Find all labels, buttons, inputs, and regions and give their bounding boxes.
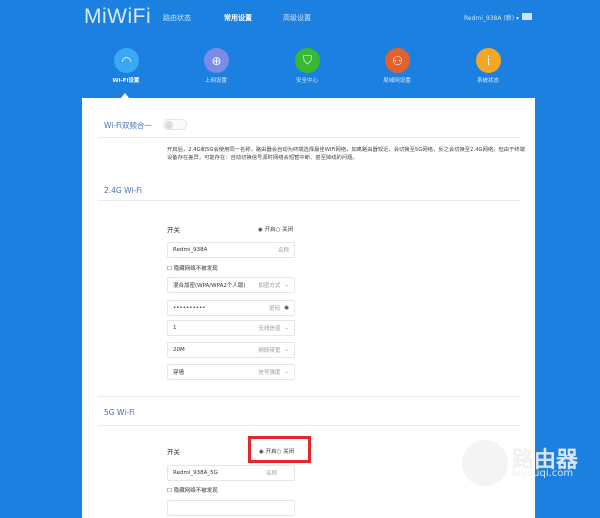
miwifi-logo: MiWiFi bbox=[84, 5, 152, 28]
shield-icon[interactable]: ⛉ bbox=[295, 48, 320, 73]
ssid-hint: 名称 bbox=[277, 248, 289, 254]
signal-hint: 信号强度 bbox=[258, 370, 281, 376]
chevron-down-icon: ⌄ bbox=[284, 325, 289, 331]
ssid-value: Redmi_938A bbox=[173, 247, 208, 253]
switch-label-24g: 开关 bbox=[167, 226, 180, 234]
dual-band-description: 开启后，2.4G和5G会使用同一名称，路由器会自动为终端选择最佳WiFi网络，如… bbox=[167, 147, 525, 161]
divider bbox=[98, 425, 520, 426]
password-hint: 密码 bbox=[269, 306, 281, 312]
tab-internet-settings[interactable]: 上网设置 bbox=[186, 76, 246, 84]
ssid-hint: 名称 bbox=[265, 471, 277, 477]
bandwidth-hint: 频段带宽 bbox=[258, 348, 281, 354]
switch-label-5g: 开关 bbox=[167, 448, 180, 456]
info-icon[interactable]: i bbox=[476, 48, 501, 73]
nav-router-status[interactable]: 路由状态 bbox=[163, 13, 191, 23]
radio-off[interactable]: 关闭 bbox=[282, 227, 293, 233]
hide-network-label: 隐藏网络不被发现 bbox=[173, 488, 218, 494]
ssid-value: Redmi_938A_5G bbox=[173, 470, 218, 476]
nav-common-settings[interactable]: 常用设置 bbox=[224, 13, 252, 23]
signal-select-24g[interactable]: 穿墙 信号强度 ⌄ bbox=[167, 364, 295, 380]
tab-wifi-settings[interactable]: Wi-Fi设置 bbox=[96, 76, 156, 84]
dual-band-toggle[interactable] bbox=[163, 119, 187, 130]
switch-radio-24g[interactable]: ◉ 开启○ 关闭 bbox=[258, 225, 293, 233]
nav-advanced-settings[interactable]: 高级设置 bbox=[283, 13, 311, 23]
password-value: •••••••••• bbox=[173, 305, 206, 311]
signal-value: 穿墙 bbox=[173, 370, 185, 376]
watermark-url: luyouqi.com bbox=[512, 468, 574, 479]
divider bbox=[98, 396, 520, 397]
section-5g-title: 5G Wi-Fi bbox=[104, 408, 135, 417]
encryption-select-5g[interactable] bbox=[167, 500, 295, 516]
ssid-input-24g[interactable]: Redmi_938A 名称 bbox=[167, 242, 295, 258]
hide-network-checkbox-5g[interactable]: ☐ 隐藏网络不被发现 bbox=[167, 486, 218, 494]
tab-lan-settings[interactable]: 局域网设置 bbox=[367, 76, 427, 84]
network-icon[interactable]: ⚇ bbox=[385, 48, 410, 73]
mail-icon[interactable] bbox=[522, 13, 532, 20]
hide-network-label: 隐藏网络不被发现 bbox=[173, 266, 218, 272]
section-24g-title: 2.4G Wi-Fi bbox=[104, 186, 143, 195]
chevron-down-icon: ⌄ bbox=[284, 369, 289, 375]
watermark-router-icon bbox=[462, 440, 508, 486]
divider bbox=[98, 200, 520, 201]
router-selector[interactable]: Redmi_938A (新) ▾ bbox=[464, 13, 519, 22]
encryption-value: 混合加密(WPA/WPA2个人版) bbox=[173, 283, 246, 289]
eye-icon[interactable]: ◉ bbox=[284, 305, 289, 311]
encryption-hint: 加密方式 bbox=[258, 283, 281, 289]
bandwidth-value: 20M bbox=[173, 347, 185, 353]
globe-icon[interactable]: ⊕ bbox=[204, 48, 229, 73]
channel-hint: 无线信道 bbox=[258, 326, 281, 332]
channel-select-24g[interactable]: 1 无线信道 ⌄ bbox=[167, 320, 295, 336]
router-name: Redmi_938A (新) bbox=[464, 15, 515, 22]
dual-band-label: Wi-Fi双频合一 bbox=[104, 121, 152, 130]
tab-system-status[interactable]: 系统状态 bbox=[458, 76, 518, 84]
bandwidth-select-24g[interactable]: 20M 频段带宽 ⌄ bbox=[167, 342, 295, 358]
chevron-down-icon: ⌄ bbox=[284, 282, 289, 288]
highlight-box bbox=[248, 436, 311, 463]
tab-security-center[interactable]: 安全中心 bbox=[277, 76, 337, 84]
chevron-down-icon: ▾ bbox=[515, 15, 519, 22]
hide-network-checkbox-24g[interactable]: ☐ 隐藏网络不被发现 bbox=[167, 264, 218, 272]
ssid-input-5g[interactable]: Redmi_938A_5G 名称 bbox=[167, 465, 295, 481]
encryption-select-24g[interactable]: 混合加密(WPA/WPA2个人版) 加密方式 ⌄ bbox=[167, 277, 295, 293]
divider bbox=[98, 137, 520, 138]
password-input-24g[interactable]: •••••••••• 密码 ◉ bbox=[167, 300, 295, 316]
wifi-icon[interactable]: ◠ bbox=[114, 48, 139, 73]
chevron-down-icon: ⌄ bbox=[284, 347, 289, 353]
channel-value: 1 bbox=[173, 325, 177, 331]
radio-on[interactable]: 开启 bbox=[265, 227, 276, 233]
